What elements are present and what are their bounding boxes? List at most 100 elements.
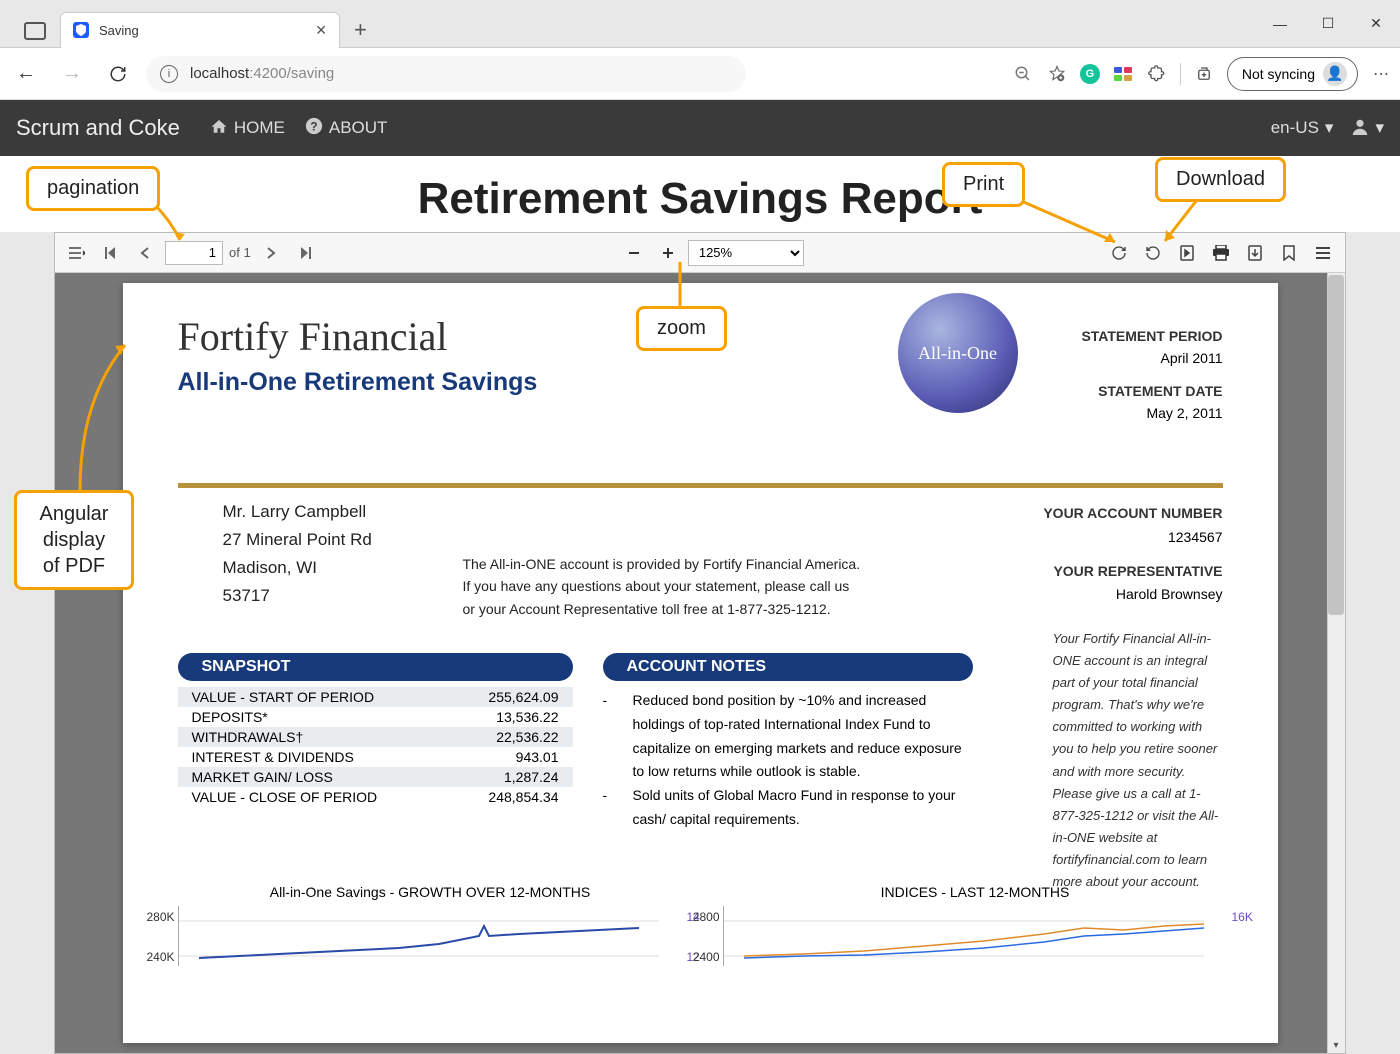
statement-info: STATEMENT PERIOD April 2011 STATEMENT DA… xyxy=(1081,325,1222,425)
table-row: WITHDRAWALS†22,536.22 xyxy=(178,727,573,747)
list-item: -Sold units of Global Macro Fund in resp… xyxy=(603,784,973,832)
profile-avatar-icon: 👤 xyxy=(1323,62,1347,86)
nav-about-label: ABOUT xyxy=(329,118,388,138)
more-menu-icon[interactable]: ⋯ xyxy=(1370,63,1392,85)
chart-growth: All-in-One Savings - GROWTH OVER 12-MONT… xyxy=(178,878,683,966)
new-tab-button[interactable]: + xyxy=(354,17,367,43)
extension-icon-1[interactable] xyxy=(1112,63,1134,85)
download-icon[interactable] xyxy=(1241,239,1269,267)
url-port: :4200 xyxy=(249,65,287,82)
prev-page-icon[interactable] xyxy=(131,239,159,267)
table-row: INTEREST & DIVIDENDS943.01 xyxy=(178,747,573,767)
address-bar: ← → i localhost:4200/saving G Not syncin… xyxy=(0,48,1400,100)
pdf-page-area: ▴ ▾ Fortify Financial All-in-One Retirem… xyxy=(55,273,1345,1053)
url-path: /saving xyxy=(287,65,335,82)
url-host: localhost xyxy=(190,65,249,82)
minimize-button[interactable]: — xyxy=(1256,0,1304,48)
callout-download: Download xyxy=(1155,157,1286,202)
chart2-title: INDICES - LAST 12-MONTHS xyxy=(723,884,1228,900)
app-icon xyxy=(24,22,46,40)
tab-close-icon[interactable]: ✕ xyxy=(315,22,327,39)
table-row: VALUE - CLOSE OF PERIOD248,854.34 xyxy=(178,787,573,807)
brand[interactable]: Scrum and Coke xyxy=(16,115,180,141)
table-row: DEPOSITS*13,536.22 xyxy=(178,707,573,727)
stmt-date-label: STATEMENT DATE xyxy=(1081,380,1222,402)
extensions-icon[interactable] xyxy=(1146,63,1168,85)
page-total: of 1 xyxy=(229,245,251,260)
collections-icon[interactable] xyxy=(1193,63,1215,85)
bookmark-icon[interactable] xyxy=(1275,239,1303,267)
list-item: -Reduced bond position by ~10% and incre… xyxy=(603,689,973,784)
forward-button[interactable]: → xyxy=(54,56,90,92)
recipient-zip: 53717 xyxy=(223,582,372,610)
chart-indices: INDICES - LAST 12-MONTHS 2800 2400 16K xyxy=(723,878,1228,966)
sync-button[interactable]: Not syncing 👤 xyxy=(1227,57,1358,91)
favorite-icon[interactable] xyxy=(1046,63,1068,85)
snapshot-table: VALUE - START OF PERIOD255,624.09 DEPOSI… xyxy=(178,687,573,807)
shield-icon xyxy=(73,22,89,38)
pdf-toolbar: of 1 125% xyxy=(55,233,1345,273)
nav-home[interactable]: HOME xyxy=(210,118,285,139)
scroll-down-icon[interactable]: ▾ xyxy=(1329,1038,1343,1052)
callout-zoom: zoom xyxy=(636,306,727,351)
grammarly-icon[interactable]: G xyxy=(1080,64,1100,84)
browser-titlebar: Saving ✕ + — ☐ ✕ xyxy=(0,0,1400,48)
doc-company: Fortify Financial xyxy=(178,313,538,360)
user-icon xyxy=(1351,117,1369,140)
menu-icon[interactable] xyxy=(1309,239,1337,267)
locale-dropdown[interactable]: en-US ▾ xyxy=(1271,118,1334,138)
caret-down-icon: ▾ xyxy=(1375,118,1384,138)
notes-header: ACCOUNT NOTES xyxy=(603,653,973,681)
rotate-ccw-icon[interactable] xyxy=(1139,239,1167,267)
side-note: Your Fortify Financial All-in-ONE accoun… xyxy=(1053,628,1223,893)
pdf-page: Fortify Financial All-in-One Retirement … xyxy=(123,283,1278,1043)
svg-text:?: ? xyxy=(310,120,317,133)
zoom-indicator-icon[interactable] xyxy=(1012,63,1034,85)
presentation-icon[interactable] xyxy=(1173,239,1201,267)
divider xyxy=(178,483,1223,488)
back-button[interactable]: ← xyxy=(8,56,44,92)
pdf-viewer: of 1 125% xyxy=(54,232,1346,1054)
close-button[interactable]: ✕ xyxy=(1352,0,1400,48)
window-controls: — ☐ ✕ xyxy=(1256,0,1400,48)
app-navbar: Scrum and Coke HOME ? ABOUT en-US ▾ ▾ xyxy=(0,100,1400,156)
snapshot-panel: SNAPSHOT VALUE - START OF PERIOD255,624.… xyxy=(178,653,573,832)
recipient-addr1: 27 Mineral Point Rd xyxy=(223,526,372,554)
tab-title: Saving xyxy=(99,23,139,38)
callout-pagination: pagination xyxy=(26,166,160,211)
reload-button[interactable] xyxy=(100,56,136,92)
home-icon xyxy=(210,118,228,139)
zoom-select[interactable]: 125% xyxy=(688,240,804,266)
recipient-name: Mr. Larry Campbell xyxy=(223,498,372,526)
page-input[interactable] xyxy=(165,241,223,265)
notes-list: -Reduced bond position by ~10% and incre… xyxy=(603,689,973,832)
account-description: The All-in-ONE account is provided by Fo… xyxy=(463,553,863,620)
stmt-period: April 2011 xyxy=(1081,347,1222,369)
pdf-scrollbar[interactable]: ▴ ▾ xyxy=(1327,273,1345,1053)
site-info-icon[interactable]: i xyxy=(160,65,178,83)
caret-down-icon: ▾ xyxy=(1325,118,1334,138)
browser-tab[interactable]: Saving ✕ xyxy=(60,12,340,48)
rotate-cw-icon[interactable] xyxy=(1105,239,1133,267)
scroll-thumb[interactable] xyxy=(1328,275,1344,615)
recipient-block: Mr. Larry Campbell 27 Mineral Point Rd M… xyxy=(223,498,372,610)
maximize-button[interactable]: ☐ xyxy=(1304,0,1352,48)
nav-about[interactable]: ? ABOUT xyxy=(305,117,388,140)
next-page-icon[interactable] xyxy=(257,239,285,267)
recipient-addr2: Madison, WI xyxy=(223,554,372,582)
print-icon[interactable] xyxy=(1207,239,1235,267)
snapshot-header: SNAPSHOT xyxy=(178,653,573,681)
question-icon: ? xyxy=(305,117,323,140)
logo-icon: All-in-One xyxy=(898,293,1018,413)
logo-text: All-in-One xyxy=(918,343,997,364)
url-input[interactable]: i localhost:4200/saving xyxy=(146,56,746,92)
first-page-icon[interactable] xyxy=(97,239,125,267)
zoom-out-icon[interactable] xyxy=(620,239,648,267)
nav-home-label: HOME xyxy=(234,118,285,138)
sidebar-toggle-icon[interactable] xyxy=(63,239,91,267)
user-menu[interactable]: ▾ xyxy=(1351,117,1384,140)
zoom-in-icon[interactable] xyxy=(654,239,682,267)
last-page-icon[interactable] xyxy=(291,239,319,267)
table-row: VALUE - START OF PERIOD255,624.09 xyxy=(178,687,573,707)
locale-label: en-US xyxy=(1271,118,1319,138)
